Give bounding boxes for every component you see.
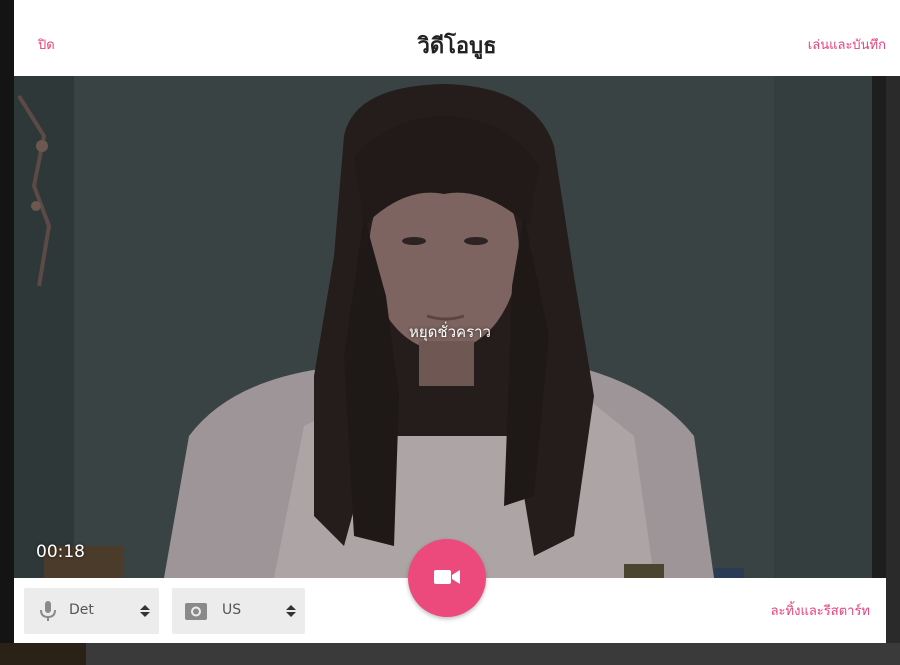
top-margin — [0, 0, 900, 8]
select-arrows-icon — [286, 605, 296, 617]
video-preview: หยุดชั่วคราว 00:18 — [14, 76, 886, 578]
camera-select-value: US — [222, 602, 242, 618]
discard-and-restart-button[interactable]: ละทิ้งและรีสตาร์ท — [771, 600, 870, 621]
header-bar: ปิด วิดีโอบูธ เล่นและบันทึก — [14, 8, 900, 76]
select-arrows-icon — [140, 605, 150, 617]
bottom-edge-dark — [0, 643, 86, 665]
paused-status-label: หยุดชั่วคราว — [409, 323, 491, 341]
microphone-select-value: Det — [69, 602, 94, 618]
microphone-icon — [40, 601, 56, 621]
bottom-edge-strip — [0, 643, 900, 665]
play-and-save-button[interactable]: เล่นและบันทึก — [808, 34, 886, 55]
left-edge-strip — [0, 0, 14, 665]
camera-select[interactable]: US — [172, 588, 305, 634]
record-button[interactable] — [408, 539, 486, 617]
video-booth-app: ปิด วิดีโอบูธ เล่นและบันทึก หยุดชั่วคราว… — [0, 0, 900, 665]
microphone-select[interactable]: Det — [24, 588, 159, 634]
camera-icon — [185, 603, 207, 620]
recording-timer: 00:18 — [36, 542, 85, 562]
page-title: วิดีโอบูธ — [417, 34, 497, 59]
video-camera-icon — [434, 570, 460, 584]
